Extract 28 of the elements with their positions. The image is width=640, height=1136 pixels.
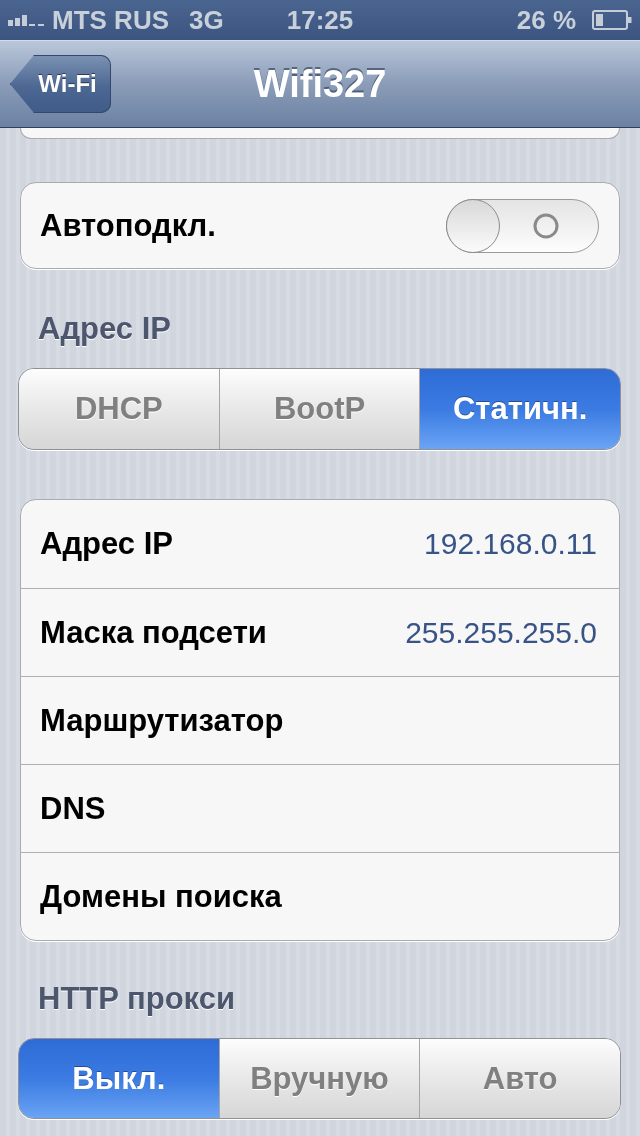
field-label: Маска подсети <box>40 613 267 652</box>
segment-tab[interactable]: Авто <box>419 1039 620 1118</box>
segment-tab[interactable]: Выкл. <box>19 1039 219 1118</box>
field-value[interactable]: 192.168.0.11 <box>424 525 597 563</box>
battery-icon <box>592 10 632 30</box>
circle-icon <box>533 212 559 239</box>
segment-tab[interactable]: Вручную <box>218 1039 420 1118</box>
field-label: Домены поиска <box>40 877 282 916</box>
segmented-control[interactable]: DHCP BootP Статичн. <box>18 368 621 450</box>
segment-tab[interactable]: BootP <box>218 369 420 449</box>
segmented-control[interactable]: Выкл. Вручную Авто <box>18 1038 621 1119</box>
battery-percent: 26 % <box>516 5 576 35</box>
segment-tab[interactable]: DHCP <box>19 369 219 449</box>
field-value[interactable]: 255.255.255.0 <box>405 613 597 652</box>
network-type: 3G <box>189 5 224 35</box>
clock-time: 17:25 <box>286 5 354 35</box>
back-button[interactable]: Wi-Fi <box>10 55 111 113</box>
setting-label: Автоподкл. <box>40 206 216 245</box>
field-label: Адрес IP <box>40 525 173 563</box>
signal-strength-icon <box>8 14 46 26</box>
toggle-switch[interactable] <box>446 198 599 253</box>
segment-tab[interactable]: Статичн. <box>419 369 620 449</box>
carrier-name: MTS RUS <box>52 5 169 35</box>
field-label: Маршрутизатор <box>40 701 284 740</box>
screen-title: Wifi327 <box>253 62 387 106</box>
section-header: Адрес IP <box>38 311 172 347</box>
section-header: HTTP прокси <box>38 981 236 1017</box>
field-label: DNS <box>40 789 106 828</box>
